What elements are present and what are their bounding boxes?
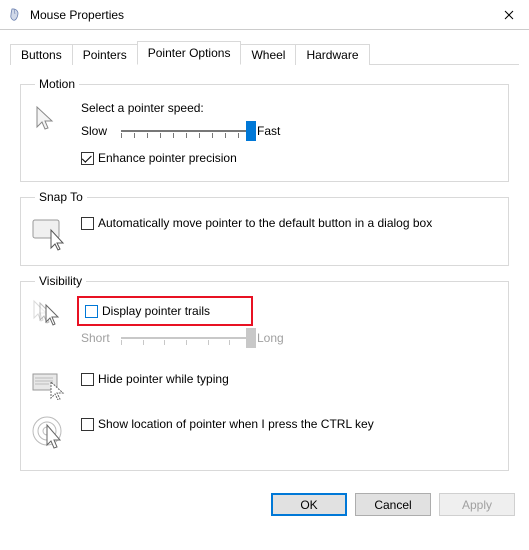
tab-pointers[interactable]: Pointers (72, 44, 138, 65)
group-motion-legend: Motion (35, 77, 79, 91)
long-label: Long (251, 331, 301, 345)
apply-button: Apply (439, 493, 515, 516)
window-title: Mouse Properties (30, 8, 489, 22)
group-motion: Motion Select a pointer speed: Slow (20, 77, 509, 182)
ctrl-locate-label: Show location of pointer when I press th… (98, 417, 374, 431)
snap-to-checkbox[interactable] (81, 217, 94, 230)
dialog-buttons: OK Cancel Apply (0, 485, 529, 526)
cursor-icon (31, 103, 63, 138)
pointer-speed-label: Select a pointer speed: (81, 101, 498, 115)
hide-pointer-icon (31, 370, 71, 403)
group-visibility: Visibility Display pointer trails (20, 274, 509, 471)
group-visibility-legend: Visibility (35, 274, 86, 288)
snap-to-icon (31, 216, 71, 255)
mouse-sysicon (8, 7, 24, 23)
tab-pointer-options[interactable]: Pointer Options (137, 41, 242, 65)
short-label: Short (81, 331, 121, 345)
pointer-trails-icon (31, 298, 71, 335)
titlebar: Mouse Properties (0, 0, 529, 30)
ctrl-locate-checkbox[interactable] (81, 418, 94, 431)
pointer-trails-checkbox[interactable] (85, 305, 98, 318)
tab-panel: Motion Select a pointer speed: Slow (10, 65, 519, 485)
enhance-precision-checkbox[interactable] (81, 152, 94, 165)
fast-label: Fast (251, 124, 301, 138)
snap-to-label: Automatically move pointer to the defaul… (98, 216, 432, 232)
enhance-precision-label: Enhance pointer precision (98, 151, 237, 165)
pointer-trails-slider (121, 328, 251, 348)
hide-pointer-checkbox[interactable] (81, 373, 94, 386)
tab-buttons[interactable]: Buttons (10, 44, 73, 65)
tab-wheel[interactable]: Wheel (240, 44, 296, 65)
close-button[interactable] (489, 0, 529, 30)
cancel-button[interactable]: Cancel (355, 493, 431, 516)
group-snap-to-legend: Snap To (35, 190, 87, 204)
ok-button[interactable]: OK (271, 493, 347, 516)
tab-hardware[interactable]: Hardware (295, 44, 369, 65)
group-snap-to: Snap To Automatically move pointer to th… (20, 190, 509, 266)
pointer-speed-slider[interactable] (121, 121, 251, 141)
slow-label: Slow (81, 124, 121, 138)
pointer-trails-label: Display pointer trails (102, 304, 210, 318)
tabstrip: Buttons Pointers Pointer Options Wheel H… (10, 40, 519, 65)
ctrl-locate-icon (31, 415, 69, 456)
hide-pointer-label: Hide pointer while typing (98, 372, 229, 386)
